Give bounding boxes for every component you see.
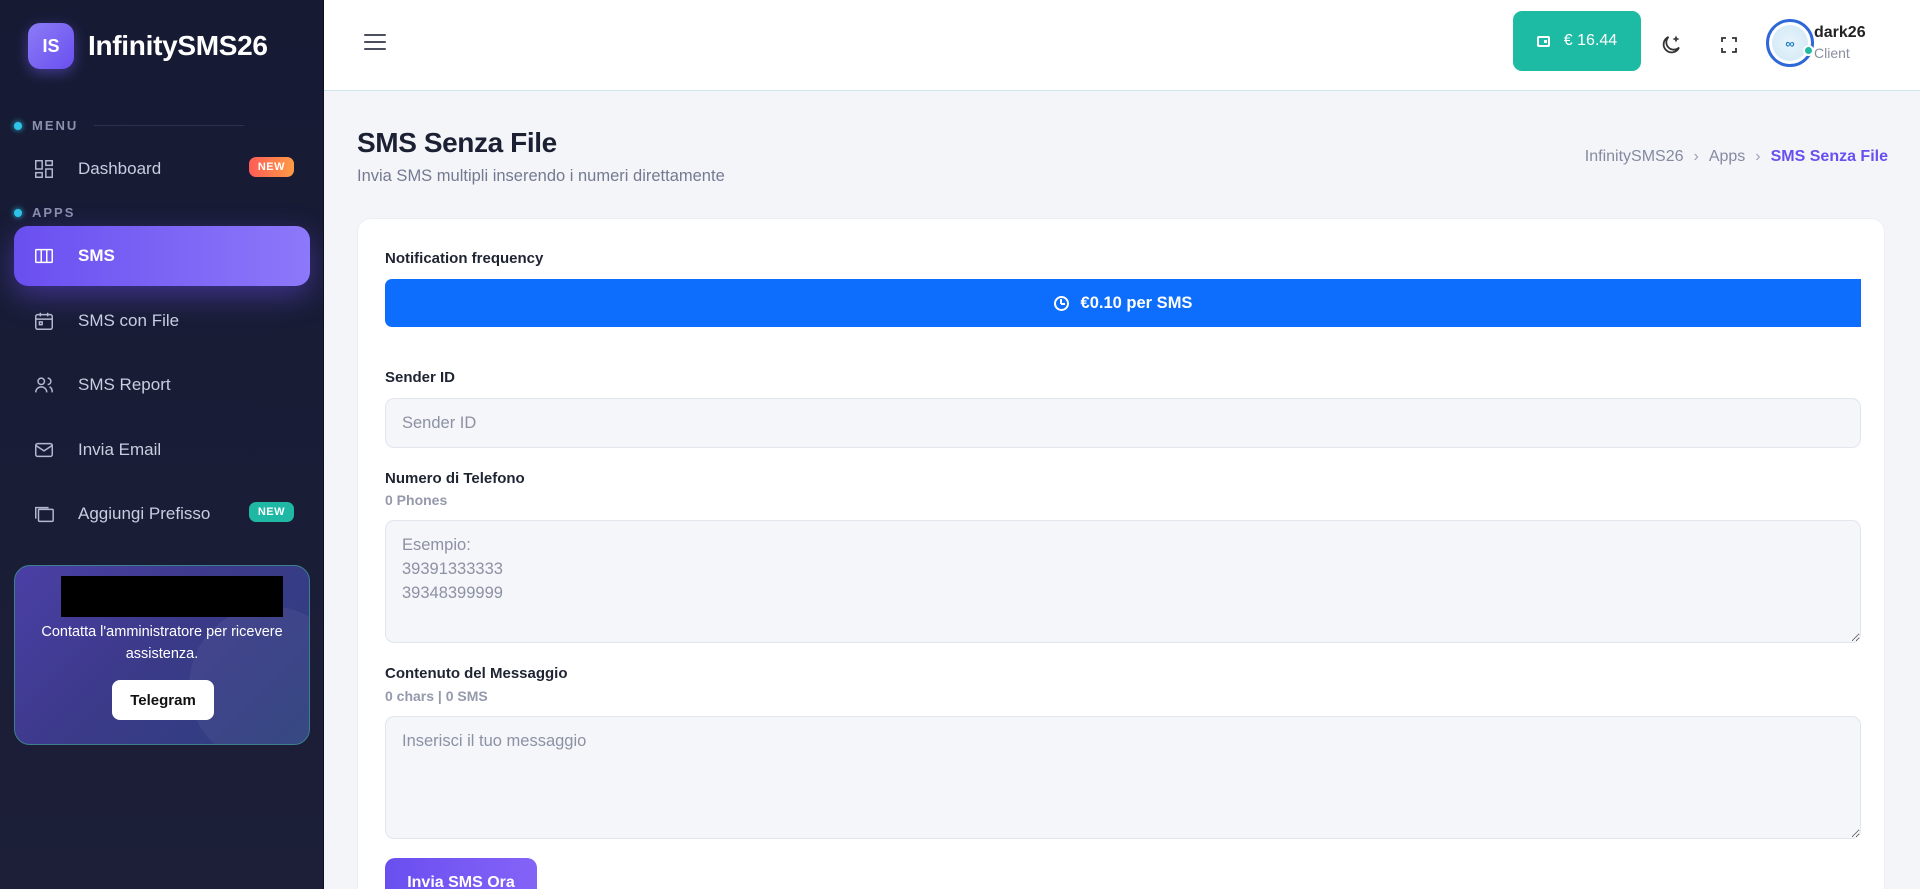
balance-value: € 16.44 — [1563, 32, 1618, 49]
send-sms-button[interactable]: Invia SMS Ora — [385, 858, 537, 889]
page-subtitle: Invia SMS multipli inserendo i numeri di… — [357, 167, 725, 185]
sidebar-item-dashboard[interactable]: Dashboard NEW — [14, 139, 310, 199]
folders-icon — [32, 502, 56, 526]
wallet-icon — [1536, 35, 1550, 47]
sidebar-item-invia-email[interactable]: Invia Email — [14, 420, 310, 480]
frequency-bar: €0.10 per SMS — [385, 279, 1861, 327]
mail-icon — [32, 438, 56, 462]
brand[interactable]: IS InfinitySMS26 — [28, 23, 268, 69]
sms-icon — [32, 244, 56, 268]
sidebar-item-sms[interactable]: SMS — [14, 226, 310, 286]
avatar-logo: ∞ — [1772, 25, 1808, 61]
user-name[interactable]: dark26 — [1814, 24, 1866, 42]
sidebar-item-label: SMS con File — [78, 311, 180, 330]
topbar: € 16.44 ∞ dark26 Client — [324, 0, 1920, 91]
online-status-dot — [1803, 45, 1814, 56]
brand-logo: IS — [28, 23, 74, 69]
dark-mode-icon[interactable] — [1659, 33, 1683, 57]
chevron-right-icon: › — [1693, 148, 1699, 165]
frequency-label: Notification frequency — [385, 250, 544, 267]
clock-icon — [1053, 295, 1069, 311]
calendar-icon — [32, 309, 56, 333]
user-role: Client — [1814, 45, 1850, 61]
telegram-button[interactable]: Telegram — [112, 680, 214, 720]
fullscreen-icon[interactable] — [1717, 33, 1741, 57]
sidebar-item-sms-con-file[interactable]: SMS con File — [14, 291, 310, 351]
section-dot — [14, 121, 22, 130]
users-icon — [32, 373, 56, 397]
phone-number-label: Numero di Telefono — [385, 470, 525, 487]
section-label-apps: APPS — [14, 205, 75, 220]
hamburger-menu-icon[interactable] — [364, 34, 386, 52]
phone-count: 0 Phones — [385, 492, 448, 508]
sms-form-card: Notification frequency €0.10 per SMS Sen… — [357, 218, 1885, 889]
balance-button[interactable]: € 16.44 — [1513, 11, 1641, 71]
breadcrumb: InfinitySMS26 › Apps › SMS Senza File — [1585, 148, 1888, 166]
page-title: SMS Senza File — [357, 127, 557, 158]
sidebar-item-label: Dashboard — [78, 159, 162, 178]
sidebar-item-label: Aggiungi Prefisso — [78, 504, 211, 523]
sidebar-item-label: SMS — [78, 246, 115, 265]
section-dot — [14, 208, 22, 217]
sidebar-item-sms-report[interactable]: SMS Report — [14, 355, 310, 415]
breadcrumb-item[interactable]: InfinitySMS26 — [1585, 148, 1684, 166]
breadcrumb-item[interactable]: Apps — [1709, 148, 1745, 166]
section-label-menu: MENU — [14, 118, 245, 133]
sidebar-item-aggiungi-prefisso[interactable]: Aggiungi Prefisso NEW — [14, 484, 310, 544]
frequency-value: €0.10 per SMS — [1080, 293, 1193, 312]
message-label: Contenuto del Messaggio — [385, 665, 568, 682]
section-label-text: APPS — [32, 205, 76, 220]
divider — [94, 125, 245, 126]
message-count: 0 chars | 0 SMS — [385, 688, 488, 704]
help-text: Contatta l'amministratore per ricevere a… — [41, 624, 283, 662]
chevron-right-icon: › — [1755, 148, 1761, 165]
redacted-image — [61, 576, 283, 617]
sender-id-input[interactable] — [385, 398, 1861, 448]
phone-numbers-textarea[interactable] — [385, 520, 1861, 643]
breadcrumb-current: SMS Senza File — [1770, 148, 1888, 165]
section-label-text: MENU — [32, 118, 79, 133]
brand-name: InfinitySMS26 — [88, 30, 268, 61]
message-textarea[interactable] — [385, 716, 1861, 839]
new-badge: NEW — [248, 157, 294, 177]
sender-id-label: Sender ID — [385, 369, 456, 386]
avatar[interactable]: ∞ — [1766, 19, 1814, 67]
sidebar-item-label: Invia Email — [78, 440, 162, 459]
help-card: Contatta l'amministratore per ricevere a… — [14, 565, 310, 745]
sidebar: IS InfinitySMS26 MENU Dashboard NEW APPS… — [0, 0, 324, 889]
new-badge: NEW — [248, 502, 294, 522]
dashboard-icon — [32, 157, 56, 181]
sidebar-item-label: SMS Report — [78, 375, 171, 394]
